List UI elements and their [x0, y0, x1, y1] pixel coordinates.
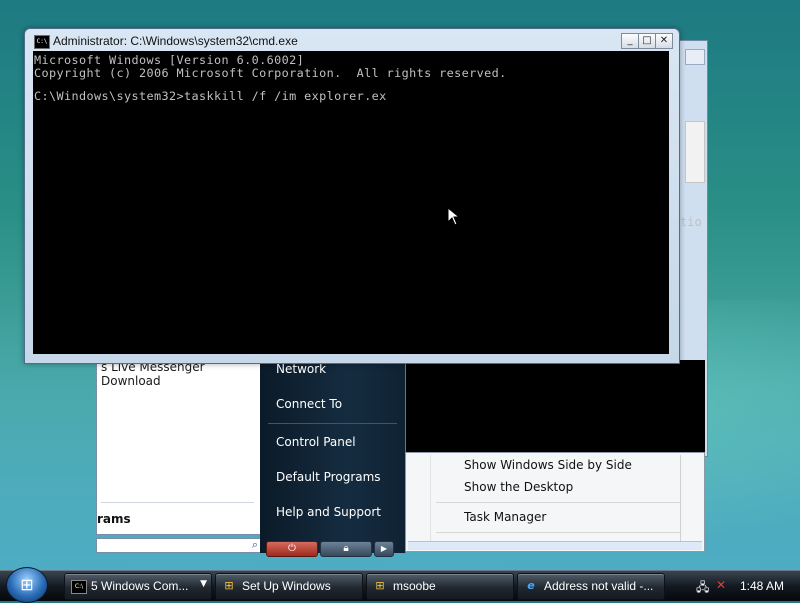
start-menu-divider [101, 502, 254, 503]
background-console-text: tio [680, 215, 702, 229]
console-output[interactable]: Microsoft Windows [Version 6.0.6002] Cop… [33, 51, 669, 354]
taskbar: ⊞ C:\ 5 Windows Com... ▼ ⊞ Set Up Window… [0, 567, 800, 603]
taskbar-button-label: Set Up Windows [242, 579, 331, 593]
search-icon[interactable]: ⌕ [252, 538, 258, 552]
start-search-input[interactable]: ⌕ [96, 538, 261, 553]
network-icon[interactable]: 🖧︎ [696, 578, 709, 599]
lock-icon: 🔒︎ [343, 543, 349, 554]
menu-item-task-manager[interactable]: Task Manager [464, 510, 546, 524]
background-console-body [405, 360, 705, 452]
taskbar-button-setup[interactable]: ⊞ Set Up Windows [215, 573, 363, 600]
taskbar-context-menu: Show Windows Side by Side Show the Deskt… [405, 452, 705, 552]
background-window-pane [685, 49, 705, 65]
console-line: Copyright (c) 2006 Microsoft Corporation… [34, 66, 507, 80]
console-icon: C:\ [34, 35, 50, 49]
background-window-scrollbar[interactable] [685, 121, 705, 183]
power-icon: ⏻ [288, 543, 296, 554]
taskbar-button-label: Address not valid -... [544, 579, 654, 593]
taskbar-button-command-prompt[interactable]: C:\ 5 Windows Com... ▼ [64, 573, 212, 600]
menu-item-hover-highlight[interactable] [408, 541, 702, 550]
internet-explorer-icon: e [527, 579, 535, 592]
start-links-divider [268, 423, 397, 424]
start-link-connect-to[interactable]: Connect To [276, 397, 342, 411]
start-button[interactable]: ⊞ [6, 567, 48, 603]
chevron-right-icon: ▶ [380, 544, 388, 553]
windows-flag-icon: ⊞ [375, 579, 385, 592]
maximize-button[interactable]: □ [638, 33, 656, 49]
start-link-default-programs[interactable]: Default Programs [276, 470, 381, 484]
power-button[interactable]: ⏻ [266, 541, 318, 557]
taskbar-button-internet-explorer[interactable]: e Address not valid -... [517, 573, 665, 600]
lock-button[interactable]: 🔒︎ [320, 541, 372, 557]
notification-area: 🖧︎ ✕ 1:48 AM [690, 573, 800, 598]
clock[interactable]: 1:48 AM [740, 579, 784, 593]
menu-right-rule [680, 455, 681, 549]
mouse-cursor-icon [447, 207, 461, 226]
menu-separator [436, 532, 680, 533]
command-prompt-line[interactable]: C:\Windows\system32>taskkill /f /im expl… [34, 89, 387, 103]
volume-muted-icon[interactable]: ✕ [716, 578, 726, 592]
menu-separator [436, 502, 680, 503]
chevron-down-icon: ▼ [200, 579, 207, 589]
start-link-control-panel[interactable]: Control Panel [276, 435, 356, 449]
close-button[interactable]: ✕ [655, 33, 673, 49]
console-line: Microsoft Windows [Version 6.0.6002] [34, 53, 305, 67]
minimize-button[interactable]: _ [621, 33, 639, 49]
start-menu-links-pane: Network Connect To Control Panel Default… [260, 355, 406, 557]
start-menu-recent-item[interactable]: s Live Messenger Download [101, 360, 262, 388]
start-link-network[interactable]: Network [276, 362, 326, 376]
start-link-help-support[interactable]: Help and Support [276, 505, 381, 519]
cmd-window[interactable]: C:\ Administrator: C:\Windows\system32\c… [24, 28, 680, 364]
menu-item-show-desktop[interactable]: Show the Desktop [464, 480, 573, 494]
all-programs-item[interactable]: rams [97, 512, 131, 526]
taskbar-button-label: 5 Windows Com... [91, 579, 189, 593]
taskbar-button-msoobe[interactable]: ⊞ msoobe [366, 573, 514, 600]
power-controls: ⏻ 🔒︎ ▶ [266, 541, 394, 557]
windows-flag-icon: ⊞ [224, 579, 234, 592]
start-menu-programs-pane: s Live Messenger Download rams [96, 355, 263, 535]
window-title: Administrator: C:\Windows\system32\cmd.e… [53, 34, 298, 48]
menu-gutter [430, 455, 431, 549]
menu-item-side-by-side[interactable]: Show Windows Side by Side [464, 458, 632, 472]
shutdown-options-button[interactable]: ▶ [374, 541, 394, 557]
taskbar-button-label: msoobe [393, 579, 436, 593]
console-icon: C:\ [71, 580, 87, 594]
